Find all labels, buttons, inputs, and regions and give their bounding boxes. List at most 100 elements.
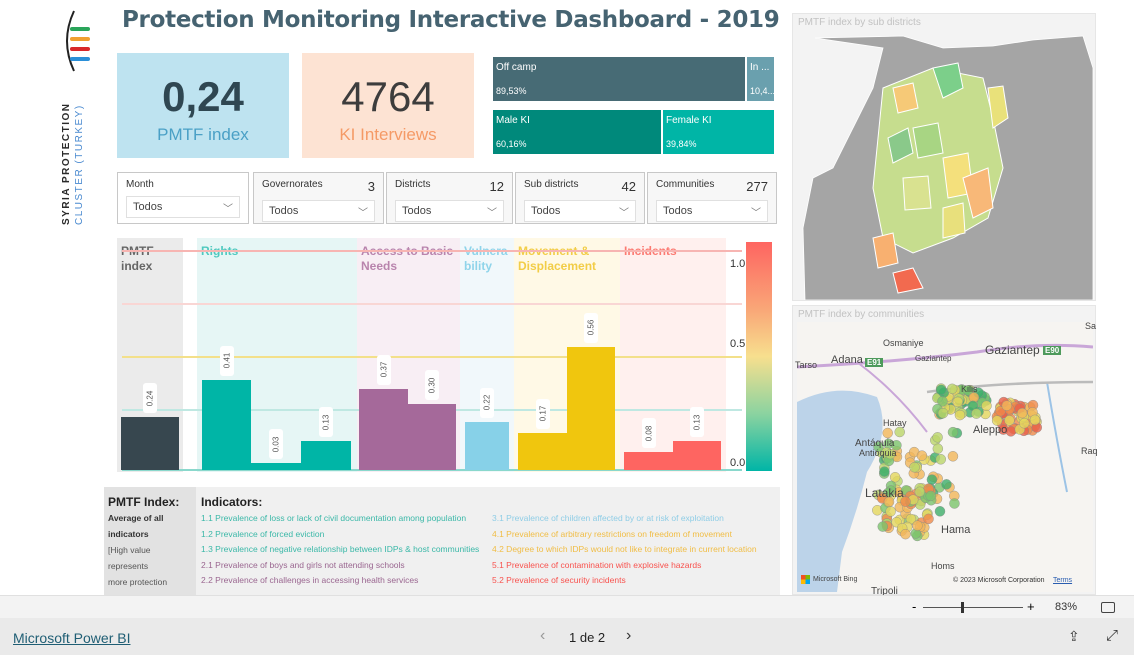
subdistrict-map[interactable]: PMTF index by sub districts <box>792 13 1096 301</box>
bar[interactable] <box>408 404 456 470</box>
community-point[interactable] <box>923 513 934 525</box>
road-shield: E90 <box>1043 346 1062 355</box>
treemap-tile[interactable]: Male KI 60,16% <box>493 110 661 154</box>
slicer-governorates: Governorates 3 Todos ﹀ <box>253 172 384 224</box>
community-point[interactable] <box>912 520 923 531</box>
bar[interactable] <box>121 417 179 470</box>
indicator-item: 5.1 Prevalence of contamination with exp… <box>492 559 702 570</box>
bar[interactable] <box>359 388 408 470</box>
gridline <box>122 303 742 305</box>
community-point[interactable] <box>900 528 911 540</box>
bar[interactable] <box>567 346 615 470</box>
community-point[interactable] <box>941 479 952 490</box>
bar[interactable] <box>518 432 567 470</box>
bar-label: 0.56 <box>584 312 598 343</box>
slicer-communities: Communities 277 Todos ﹀ <box>647 172 777 224</box>
community-point[interactable] <box>925 490 936 502</box>
community-point[interactable] <box>932 432 943 443</box>
community-point[interactable] <box>981 400 992 411</box>
community-point[interactable] <box>952 396 963 408</box>
scale-tick-0: 0.0 <box>730 457 746 469</box>
logo-text-2: CLUSTER (TURKEY) <box>74 104 85 225</box>
community-point[interactable] <box>1005 426 1017 437</box>
fullscreen-icon[interactable]: ⤢ <box>1106 627 1118 644</box>
tile-percent: 89,53% <box>496 86 527 96</box>
treemap-tile[interactable]: In ... 10,4... <box>747 57 774 101</box>
slicer-dropdown[interactable]: Todos ﹀ <box>126 196 240 218</box>
bar[interactable] <box>673 441 721 470</box>
community-point[interactable] <box>954 409 966 421</box>
bar[interactable] <box>301 441 351 470</box>
community-point[interactable] <box>932 443 944 454</box>
community-point[interactable] <box>1019 418 1030 429</box>
slicer-label: Districts <box>395 179 431 190</box>
map-terms-link[interactable]: Terms <box>1053 577 1072 584</box>
community-point[interactable] <box>1029 414 1041 426</box>
place-label: Raq <box>1081 446 1098 456</box>
pmtf-legend-title: PMTF Index: <box>108 495 180 509</box>
indicator-item: 1.3 Prevalence of negative relationship … <box>201 544 480 554</box>
next-page-button[interactable]: › <box>626 627 631 645</box>
bar[interactable] <box>624 452 673 470</box>
community-point[interactable] <box>947 383 958 395</box>
community-point[interactable] <box>909 462 920 473</box>
kpi-label: PMTF index <box>157 125 249 144</box>
zoom-slider[interactable] <box>923 602 1023 613</box>
community-point[interactable] <box>879 466 890 477</box>
community-point[interactable] <box>889 472 901 483</box>
page-indicator: 1 de 2 <box>569 630 606 645</box>
community-point[interactable] <box>947 426 959 438</box>
bar[interactable] <box>202 379 251 470</box>
place-label: Adana <box>831 354 863 366</box>
community-point[interactable] <box>882 427 893 439</box>
slicer-dropdown[interactable]: Todos ﹀ <box>524 200 636 222</box>
treemap-tile[interactable]: Off camp 89,53% <box>493 57 745 101</box>
place-label: Hatay <box>883 418 907 428</box>
indicator-legend: PMTF Index: Average of all indicators [Hi… <box>104 487 780 603</box>
power-bi-link[interactable]: Microsoft Power BI <box>13 630 130 646</box>
slicer-label: Governorates <box>262 179 323 190</box>
indicator-item: 4.2 Degree to which IDPs would not like … <box>492 544 757 554</box>
bar[interactable] <box>251 463 301 470</box>
community-point[interactable] <box>935 384 947 396</box>
bar-label: 0.24 <box>143 383 157 414</box>
community-point[interactable] <box>894 426 905 438</box>
slicer-dropdown[interactable]: Todos ﹀ <box>395 200 504 222</box>
indicator-item: 4.1 Prevalence of arbitrary restrictions… <box>492 528 732 539</box>
logo-text-1: SYRIA PROTECTION <box>61 102 72 225</box>
community-point[interactable] <box>916 450 928 461</box>
prev-page-button[interactable]: ‹ <box>540 627 545 645</box>
zoom-in-button[interactable]: + <box>1027 599 1035 614</box>
kpi-value: 0,24 <box>162 73 244 120</box>
slicer-dropdown[interactable]: Todos ﹀ <box>262 200 375 222</box>
communities-map[interactable]: PMTF index by communities Adana Tarso Osma… <box>792 305 1098 597</box>
community-point[interactable] <box>1001 400 1013 411</box>
zoom-out-button[interactable]: - <box>912 599 916 614</box>
footer: Microsoft Power BI ‹ 1 de 2 › ⇪ ⤢ <box>0 618 1134 655</box>
community-point[interactable] <box>885 506 896 517</box>
dropdown-value: Todos <box>133 201 163 213</box>
community-point[interactable] <box>934 506 946 517</box>
slicer-month: Month Todos ﹀ <box>117 172 249 224</box>
community-point[interactable] <box>971 408 982 419</box>
section-title: PMTF index <box>121 244 154 273</box>
slicer-dropdown[interactable]: Todos ﹀ <box>656 200 768 222</box>
community-point[interactable] <box>926 474 938 485</box>
treemap-tile[interactable]: Female KI 39,84% <box>663 110 774 154</box>
bar-label: 0.08 <box>641 418 656 449</box>
community-point[interactable] <box>937 407 949 419</box>
dropdown-value: Todos <box>531 205 561 217</box>
bar[interactable] <box>465 421 509 470</box>
community-point[interactable] <box>949 498 960 509</box>
community-point[interactable] <box>935 454 946 465</box>
fit-to-page-icon[interactable] <box>1101 602 1115 613</box>
zoom-slider-thumb[interactable] <box>961 602 964 613</box>
community-point[interactable] <box>947 451 959 462</box>
place-label: Sa <box>1085 321 1097 331</box>
share-icon[interactable]: ⇪ <box>1068 628 1080 645</box>
slicer-count: 3 <box>367 179 375 194</box>
gridline <box>122 356 742 358</box>
community-point[interactable] <box>1017 407 1028 419</box>
community-point[interactable] <box>914 486 926 497</box>
community-point[interactable] <box>877 521 888 532</box>
